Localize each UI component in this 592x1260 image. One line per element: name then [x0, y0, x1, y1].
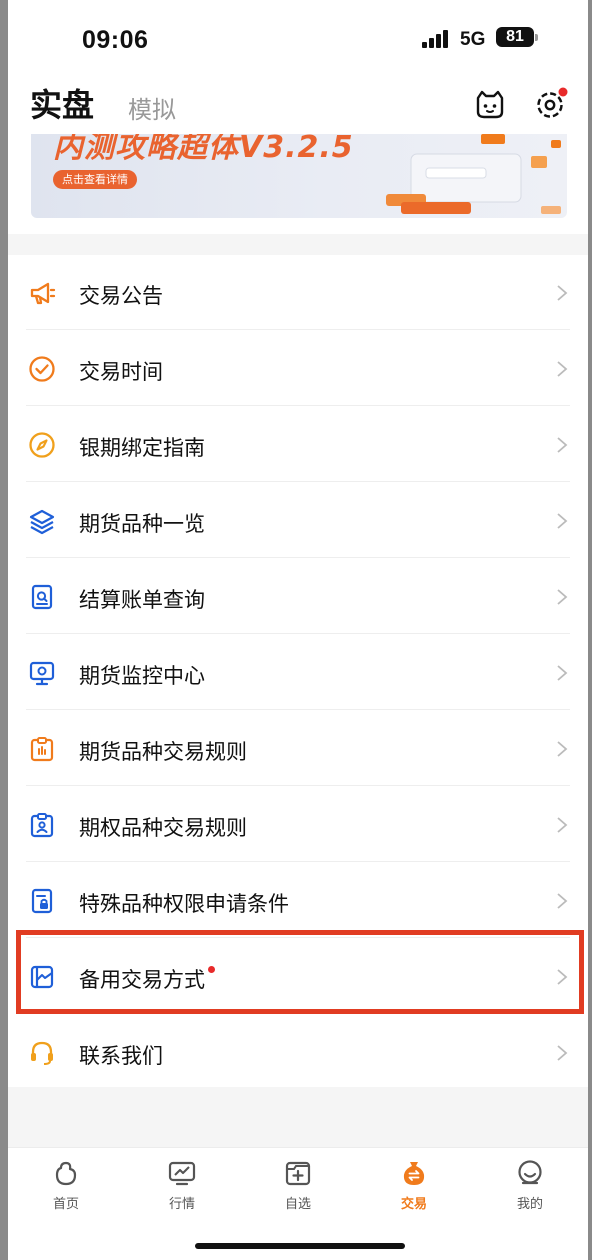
- menu-item-options-rules[interactable]: 期权品种交易规则: [8, 787, 588, 862]
- tab-real[interactable]: 实盘: [30, 80, 94, 126]
- clipboard-user-icon: [30, 813, 54, 838]
- divider: [26, 557, 570, 558]
- home-indicator: [195, 1243, 405, 1249]
- banner-title: 内测攻略超体V3.2.5: [53, 134, 354, 165]
- battery-level: 81: [506, 28, 524, 45]
- chevron-right-icon: [557, 893, 568, 909]
- divider: [26, 633, 570, 634]
- mascot-icon[interactable]: [472, 86, 508, 122]
- divider: [26, 481, 570, 482]
- profile-icon: [518, 1160, 542, 1185]
- divider: [26, 709, 570, 710]
- banner-detail-button[interactable]: 点击查看详情: [53, 170, 137, 189]
- menu-item-label: 期货品种交易规则: [79, 740, 247, 764]
- divider: [26, 1013, 570, 1014]
- clock-check-icon: [29, 356, 55, 382]
- promo-banner[interactable]: 内测攻略超体V3.2.5 点击查看详情: [31, 134, 567, 218]
- divider: [26, 405, 570, 406]
- bill-search-icon: [31, 584, 53, 610]
- signal-icon: [422, 30, 452, 48]
- tab-trade[interactable]: 交易: [356, 1158, 472, 1218]
- menu-item-special-permission[interactable]: 特殊品种权限申请条件: [8, 863, 588, 938]
- header: 实盘 模拟: [8, 78, 588, 134]
- market-icon: [168, 1161, 196, 1186]
- menu-item-label: 交易公告: [79, 284, 163, 308]
- tab-watchlist[interactable]: 自选: [240, 1158, 356, 1218]
- chevron-right-icon: [557, 437, 568, 453]
- menu-item-backup-trading[interactable]: 备用交易方式: [8, 939, 588, 1014]
- menu-item-label: 期货品种一览: [79, 512, 205, 536]
- menu-item-monitoring-center[interactable]: 期货监控中心: [8, 635, 588, 710]
- menu-item-contact-us[interactable]: 联系我们: [8, 1015, 588, 1090]
- tab-simulation[interactable]: 模拟: [128, 90, 176, 125]
- chevron-right-icon: [557, 817, 568, 833]
- tab-label: 行情: [168, 1197, 195, 1212]
- menu-item-label: 期货监控中心: [79, 664, 205, 688]
- menu-item-announcement[interactable]: 交易公告: [8, 255, 588, 330]
- chevron-right-icon: [557, 589, 568, 605]
- megaphone-icon: [30, 282, 56, 305]
- trade-icon: [403, 1162, 425, 1185]
- menu-item-label: 备用交易方式: [79, 964, 215, 994]
- battery-tip: [535, 34, 538, 41]
- chevron-right-icon: [557, 513, 568, 529]
- divider: [26, 785, 570, 786]
- tab-label: 我的: [516, 1197, 543, 1212]
- watchlist-icon: [285, 1161, 311, 1186]
- status-bar: 09:06 5G 81: [8, 0, 588, 78]
- monitor-icon: [29, 661, 55, 686]
- clipboard-rule-icon: [30, 737, 54, 762]
- new-badge-dot: [208, 966, 215, 973]
- menu-item-label: 联系我们: [79, 1044, 163, 1068]
- chevron-right-icon: [557, 969, 568, 985]
- home-icon: [55, 1161, 77, 1186]
- settings-gear-icon[interactable]: [532, 86, 568, 122]
- tab-label: 自选: [284, 1197, 311, 1212]
- menu-item-label: 结算账单查询: [79, 588, 205, 612]
- menu-item-label: 交易时间: [79, 360, 163, 384]
- divider: [26, 937, 570, 938]
- network-type: 5G: [460, 29, 486, 50]
- menu-item-settlement-bill[interactable]: 结算账单查询: [8, 559, 588, 634]
- menu-item-label: 银期绑定指南: [79, 436, 205, 460]
- menu-item-label: 期权品种交易规则: [79, 816, 247, 840]
- banner-illustration: [386, 134, 561, 214]
- tab-market[interactable]: 行情: [124, 1158, 240, 1218]
- chevron-right-icon: [557, 665, 568, 681]
- tab-label: 首页: [52, 1197, 79, 1212]
- chevron-right-icon: [557, 1045, 568, 1061]
- menu-list: 交易公告 交易时间 银期绑定指南 期货品种一览 结算账单查询 期货监控中心 期货…: [8, 255, 588, 1087]
- chevron-right-icon: [557, 285, 568, 301]
- divider: [26, 329, 570, 330]
- menu-item-text: 备用交易方式: [79, 968, 205, 992]
- chart-frame-icon: [30, 965, 54, 989]
- app-screen: 09:06 5G 81 实盘 模拟 内测攻略超体V3.2.5 点击查看详情 交易…: [8, 0, 588, 1260]
- layers-icon: [29, 509, 55, 535]
- menu-item-futures-rules[interactable]: 期货品种交易规则: [8, 711, 588, 786]
- battery-icon: 81: [496, 27, 534, 47]
- tab-label: 交易: [400, 1197, 427, 1212]
- menu-item-trading-hours[interactable]: 交易时间: [8, 331, 588, 406]
- doc-lock-icon: [31, 888, 53, 914]
- chevron-right-icon: [557, 741, 568, 757]
- tab-profile[interactable]: 我的: [472, 1158, 588, 1218]
- status-time: 09:06: [82, 26, 149, 54]
- menu-item-bank-binding-guide[interactable]: 银期绑定指南: [8, 407, 588, 482]
- banner-section: 内测攻略超体V3.2.5 点击查看详情: [8, 134, 588, 234]
- tab-home[interactable]: 首页: [8, 1158, 124, 1218]
- chevron-right-icon: [557, 361, 568, 377]
- menu-item-futures-overview[interactable]: 期货品种一览: [8, 483, 588, 558]
- headset-icon: [31, 1041, 53, 1065]
- compass-icon: [29, 432, 55, 458]
- menu-item-label: 特殊品种权限申请条件: [79, 892, 289, 916]
- divider: [26, 861, 570, 862]
